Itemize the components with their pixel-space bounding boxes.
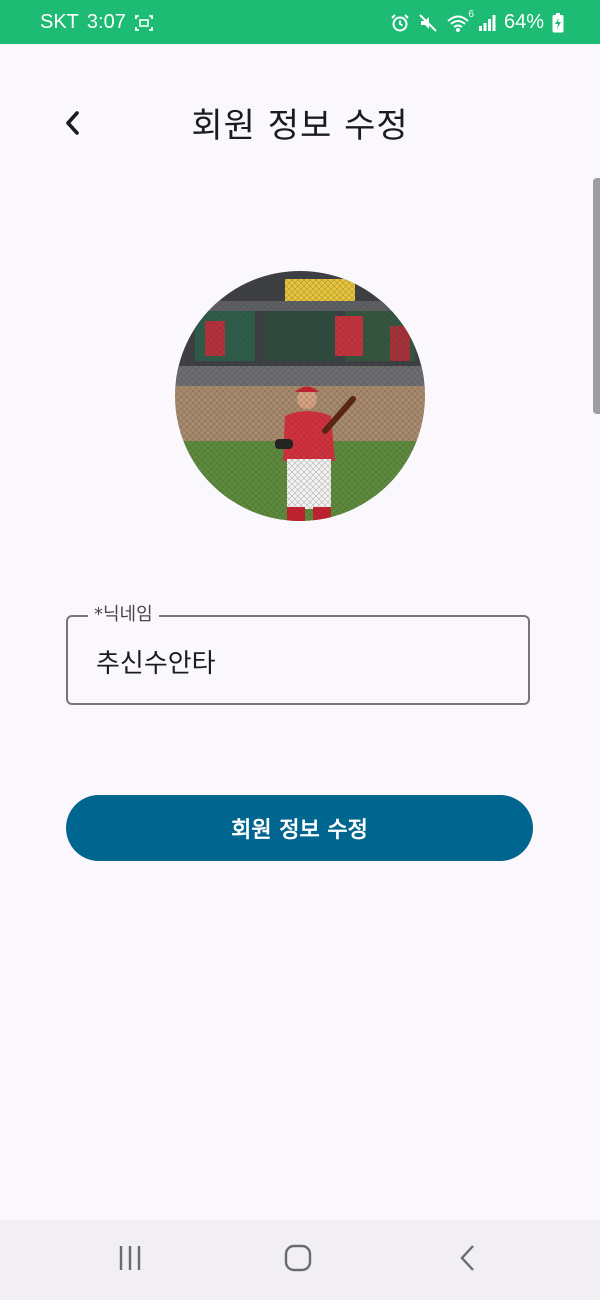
status-bar: SKT 3:07 6 64% — [0, 0, 600, 44]
scroll-indicator[interactable] — [593, 178, 600, 414]
status-right: 6 64% — [390, 9, 564, 34]
profile-image[interactable] — [175, 271, 425, 521]
submit-button[interactable]: 회원 정보 수정 — [66, 795, 533, 861]
alarm-icon — [390, 13, 410, 33]
wifi-badge: 6 — [468, 8, 474, 20]
recents-icon — [116, 1244, 144, 1276]
nickname-label: *닉네임 — [88, 603, 159, 627]
status-left: SKT 3:07 — [40, 11, 154, 34]
home-button[interactable] — [268, 1240, 328, 1280]
battery-charging-icon — [552, 12, 564, 33]
carrier-label: SKT — [40, 11, 79, 33]
edit-profile-screen: SKT 3:07 6 64% 회원 정보 수정 *닉네임 추신수안타 회원 정보… — [0, 0, 600, 1300]
nickname-input[interactable]: 추신수안타 — [96, 647, 216, 681]
clock-label: 3:07 — [86, 11, 126, 33]
nickname-field[interactable]: *닉네임 추신수안타 — [66, 603, 530, 705]
battery-label: 64% — [503, 11, 544, 33]
signal-icon — [478, 14, 496, 32]
wifi-icon: 6 — [446, 9, 474, 33]
home-icon — [283, 1243, 313, 1277]
nav-back-button[interactable] — [438, 1240, 498, 1280]
system-nav-bar — [0, 1220, 600, 1300]
page-title: 회원 정보 수정 — [191, 106, 409, 146]
screen-record-icon — [134, 14, 154, 32]
recents-button[interactable] — [100, 1240, 160, 1280]
nav-back-icon — [458, 1243, 478, 1277]
mute-icon — [418, 13, 438, 33]
profile-photo — [175, 271, 425, 521]
submit-button-label: 회원 정보 수정 — [231, 818, 368, 843]
